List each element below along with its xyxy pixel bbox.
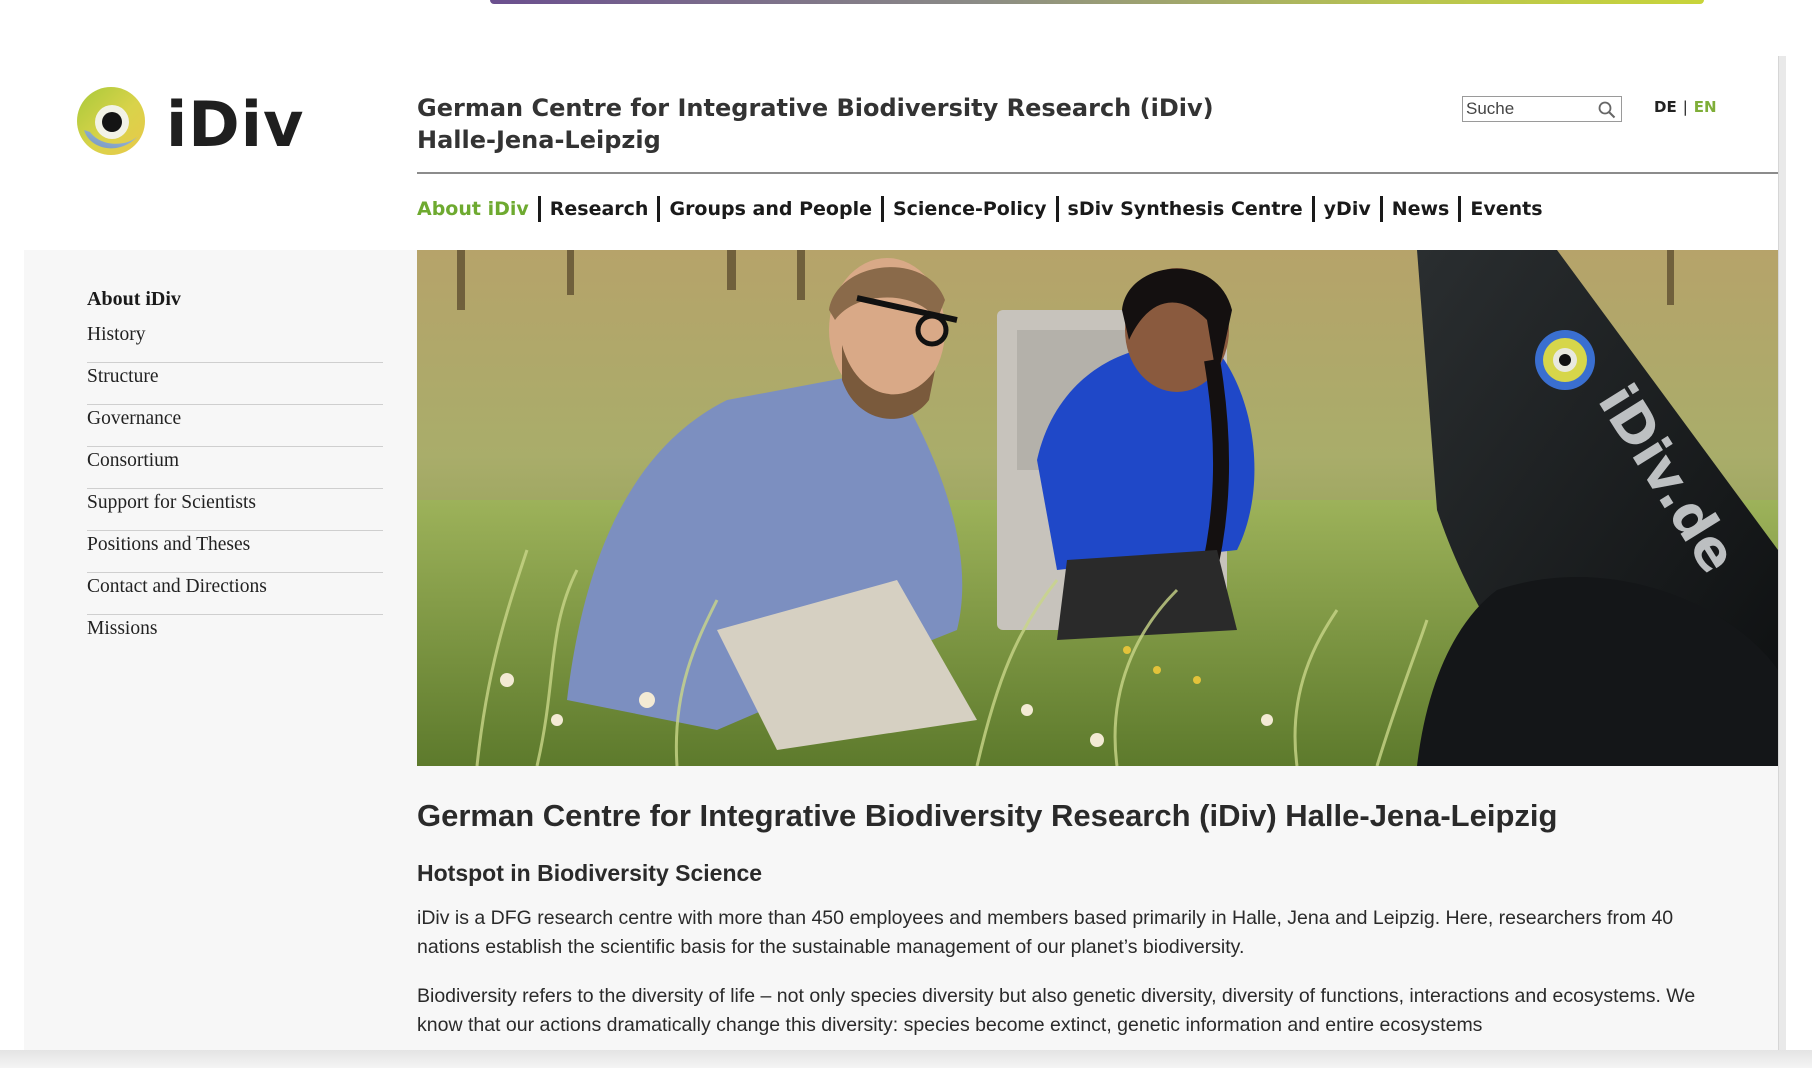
- lang-en-link[interactable]: EN: [1694, 98, 1717, 116]
- idiv-logo[interactable]: iDiv: [76, 86, 376, 166]
- search-box: [1462, 96, 1622, 122]
- section-heading: Hotspot in Biodiversity Science: [417, 860, 763, 886]
- sidebar-item-missions[interactable]: Missions: [87, 615, 383, 657]
- sidebar-item-contact-and-directions[interactable]: Contact and Directions: [87, 573, 383, 615]
- site-header: iDiv German Centre for Integrative Biodi…: [24, 56, 1778, 250]
- top-accent-bar: [490, 0, 1704, 4]
- main-navigation: About iDiv Research Groups and People Sc…: [417, 194, 1543, 224]
- nav-separator: [880, 196, 884, 222]
- page-frame: iDiv German Centre for Integrative Biodi…: [24, 56, 1778, 1050]
- page-title: German Centre for Integrative Biodiversi…: [417, 798, 1558, 833]
- page-scrollbar[interactable]: [1778, 56, 1786, 1050]
- sidebar-item-governance[interactable]: Governance: [87, 405, 383, 447]
- nav-ydiv[interactable]: yDiv: [1324, 198, 1371, 220]
- nav-separator: [657, 196, 661, 222]
- window-bottom-edge: [0, 1050, 1812, 1068]
- biodiversity-paragraph: Biodiversity refers to the diversity of …: [417, 985, 1696, 1036]
- nav-research[interactable]: Research: [550, 198, 649, 220]
- hero-photo-researchers-in-meadow: iDiv.de: [417, 250, 1778, 766]
- nav-news[interactable]: News: [1392, 198, 1450, 220]
- intro-paragraph: iDiv is a DFG research centre with more …: [417, 907, 1674, 958]
- site-title: German Centre for Integrative Biodiversi…: [417, 92, 1217, 156]
- nav-events[interactable]: Events: [1470, 198, 1542, 220]
- nav-groups-and-people[interactable]: Groups and People: [669, 198, 872, 220]
- site-title-line1: German Centre for Integrative Biodiversi…: [417, 94, 1214, 122]
- nav-sdiv-synthesis-centre[interactable]: sDiv Synthesis Centre: [1068, 198, 1303, 220]
- sidebar-navigation: About iDiv History Structure Governance …: [87, 288, 383, 657]
- main-content: German Centre for Integrative Biodiversi…: [417, 796, 1737, 1040]
- search-input[interactable]: [1464, 98, 1594, 120]
- nav-separator: [537, 196, 541, 222]
- nav-separator: [1055, 196, 1059, 222]
- nav-about-idiv[interactable]: About iDiv: [417, 198, 529, 220]
- sidebar-item-positions-and-theses[interactable]: Positions and Theses: [87, 531, 383, 573]
- sidebar-item-structure[interactable]: Structure: [87, 363, 383, 405]
- lang-de-link[interactable]: DE: [1654, 98, 1677, 116]
- logo-wordmark: iDiv: [166, 88, 305, 161]
- nav-separator: [1311, 196, 1315, 222]
- sidebar-item-consortium[interactable]: Consortium: [87, 447, 383, 489]
- nav-science-policy[interactable]: Science-Policy: [893, 198, 1047, 220]
- site-title-line2: Halle-Jena-Leipzig: [417, 126, 661, 154]
- sidebar-title[interactable]: About iDiv: [87, 288, 383, 311]
- nav-separator: [1379, 196, 1383, 222]
- hero-image: iDiv.de: [417, 250, 1778, 766]
- lang-separator: |: [1682, 98, 1688, 116]
- sidebar-item-history[interactable]: History: [87, 321, 383, 363]
- idiv-eye-logo-icon: [77, 87, 145, 155]
- header-divider: [417, 172, 1778, 174]
- magnifier-icon[interactable]: [1597, 100, 1617, 120]
- sidebar-item-support-for-scientists[interactable]: Support for Scientists: [87, 489, 383, 531]
- nav-separator: [1458, 196, 1462, 222]
- language-switcher: DE | EN: [1654, 98, 1717, 116]
